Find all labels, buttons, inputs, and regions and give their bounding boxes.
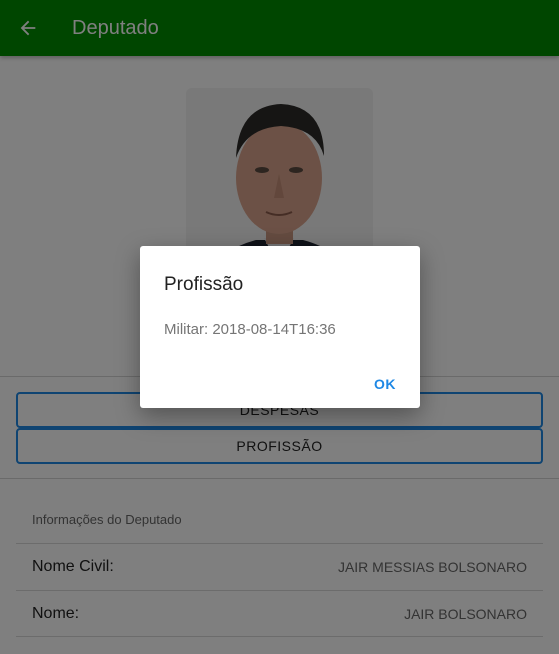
- profissao-dialog: Profissão Militar: 2018-08-14T16:36 OK: [140, 246, 420, 408]
- dialog-message: Militar: 2018-08-14T16:36: [164, 321, 336, 338]
- dialog-title: Profissão: [164, 274, 244, 295]
- ok-button[interactable]: OK: [366, 372, 404, 396]
